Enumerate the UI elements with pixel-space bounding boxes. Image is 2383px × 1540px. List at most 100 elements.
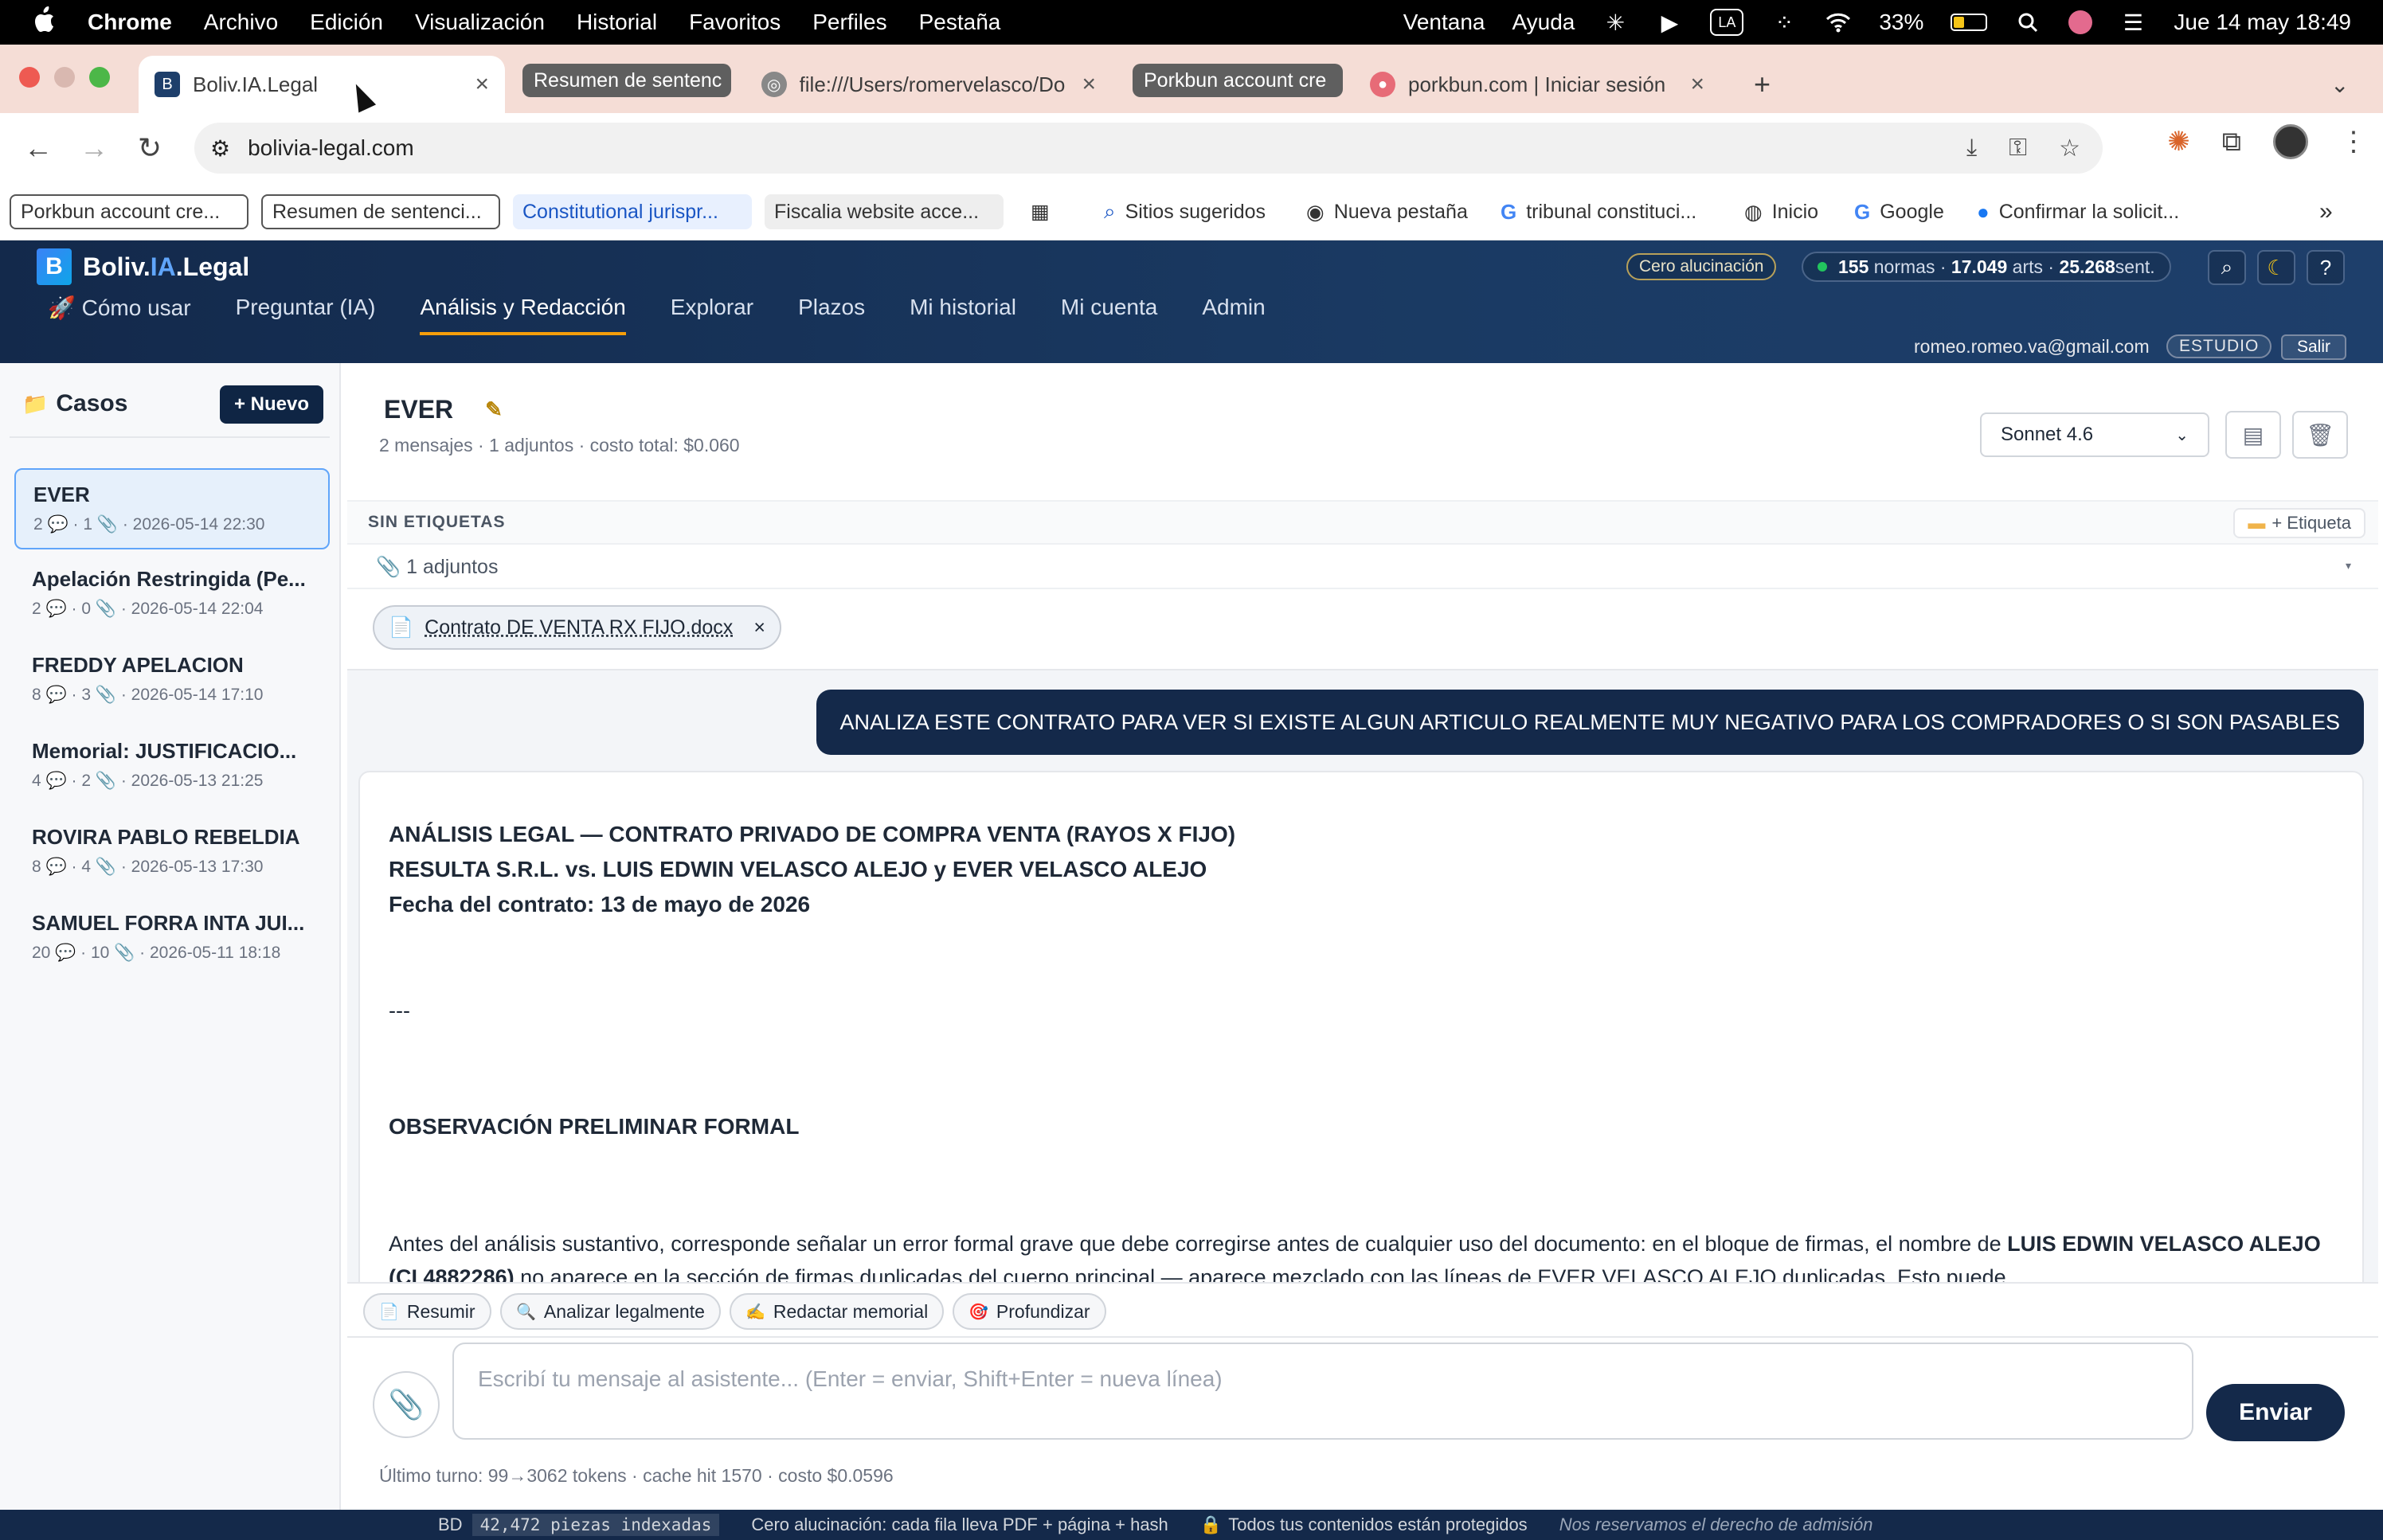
back-icon[interactable]: ← (14, 124, 62, 172)
trash-icon[interactable]: 🗑 (2292, 411, 2348, 459)
extensions-puzzle-icon[interactable]: ⧉ (2222, 127, 2241, 158)
tab-group-porkbun[interactable]: Porkbun account cre (1133, 64, 1343, 97)
bookmark-google[interactable]: G Google (1845, 194, 1954, 229)
play-circle-icon[interactable]: ▶ (1656, 9, 1683, 36)
bookmark-inicio[interactable]: ◍ Inicio (1735, 194, 1828, 229)
menu-pestana[interactable]: Pestaña (919, 10, 1001, 35)
menu-ayuda[interactable]: Ayuda (1512, 10, 1575, 35)
nav-plazos[interactable]: Plazos (798, 295, 865, 335)
bookmark-resumen[interactable]: Resumen de sentenci... (261, 194, 500, 229)
reload-icon[interactable]: ↻ (126, 124, 174, 172)
menu-archivo[interactable]: Archivo (204, 10, 278, 35)
search-icon[interactable] (2014, 9, 2041, 36)
siri-icon[interactable] (2068, 10, 2093, 34)
claude-sparkle-icon[interactable]: ✳ (1602, 9, 1629, 36)
tab-file[interactable]: ◎ file:///Users/romervelasco/Do × (745, 56, 1112, 113)
zoom-window-button[interactable] (89, 67, 110, 88)
menu-edicion[interactable]: Edición (310, 10, 383, 35)
bookmark-tribunal[interactable]: G tribunal constituci... (1491, 194, 1706, 229)
model-select[interactable]: Sonnet 4.6 ⌄ (1980, 412, 2209, 457)
nav-mi-historial[interactable]: Mi historial (910, 295, 1016, 335)
case-item[interactable]: Apelación Restringida (Pe... 2 💬 · 0 📎 ·… (14, 554, 330, 635)
apps-grid-icon[interactable]: ▦ (1021, 194, 1059, 229)
menu-historial[interactable]: Historial (577, 10, 657, 35)
close-tab-icon[interactable]: × (475, 71, 489, 98)
wifi-icon[interactable] (1825, 9, 1852, 36)
edit-pencil-icon[interactable]: ✎ (485, 397, 503, 422)
nav-analisis-redaccion[interactable]: Análisis y Redacción (420, 295, 626, 335)
bookmark-nueva-pestana[interactable]: ◉ Nueva pestaña (1297, 194, 1477, 229)
search-icon[interactable]: ⌕ (2208, 250, 2246, 285)
url-text[interactable]: bolivia-legal.com (248, 135, 414, 161)
nav-como-usar[interactable]: 🚀 Cómo usar (48, 295, 191, 335)
bookmark-confirmar[interactable]: ● Confirmar la solicit... (1967, 194, 2189, 229)
add-tag-button[interactable]: ▬ + Etiqueta (2233, 508, 2365, 538)
analizar-button[interactable]: 🔍 Analizar legalmente (500, 1293, 721, 1330)
clock[interactable]: Jue 14 may 18:49 (2174, 10, 2351, 35)
tab-porkbun-login[interactable]: ● porkbun.com | Iniciar sesión × (1354, 56, 1720, 113)
case-summary: 2 mensajes · 1 adjuntos · costo total: $… (379, 435, 740, 455)
attachments-toggle[interactable]: 📎 1 adjuntos ▾ (347, 545, 2378, 589)
menu-ventana[interactable]: Ventana (1403, 10, 1485, 35)
minimize-window-button[interactable] (54, 67, 75, 88)
nav-preguntar[interactable]: Preguntar (IA) (236, 295, 376, 335)
tab-boliv-ia-legal[interactable]: B Boliv.IA.Legal × (139, 56, 505, 113)
attachment-chip[interactable]: 📄 Contrato DE VENTA RX FIJO.docx × (373, 605, 781, 650)
quick-actions: 📄 Resumir 🔍 Analizar legalmente ✍ Redactar … (347, 1282, 2378, 1338)
forward-icon[interactable]: → (70, 124, 118, 172)
nav-admin[interactable]: Admin (1202, 295, 1265, 335)
case-item[interactable]: Memorial: JUSTIFICACIO... 4 💬 · 2 📎 · 20… (14, 726, 330, 807)
globe-icon: ◍ (1744, 199, 1763, 224)
case-item-ever[interactable]: EVER 2 💬 · 1 📎 · 2026-05-14 22:30 (14, 468, 330, 549)
menu-visualizacion[interactable]: Visualización (415, 10, 545, 35)
menu-app-name[interactable]: Chrome (88, 10, 172, 35)
help-icon[interactable]: ? (2307, 250, 2345, 285)
address-bar[interactable]: ⚙ bolivia-legal.com ⤓ ⚿ ☆ (194, 123, 2103, 174)
control-center-icon[interactable]: ☰ (2119, 9, 2146, 36)
redactar-memorial-button[interactable]: ✍ Redactar memorial (730, 1293, 945, 1330)
remove-attachment-icon[interactable]: × (753, 616, 765, 639)
archive-icon[interactable]: ▤ (2225, 411, 2281, 459)
tab-search-chevron-icon[interactable]: ⌄ (2315, 56, 2362, 113)
new-tab-button[interactable]: + (1738, 56, 1786, 113)
new-case-button[interactable]: + Nuevo (220, 385, 323, 424)
claude-extension-icon[interactable]: ✺ (2167, 126, 2190, 158)
tab-group-resumen[interactable]: Resumen de sentenc (522, 64, 731, 97)
case-item[interactable]: SAMUEL FORRA INTA JUI... 20 💬 · 10 📎 · 2… (14, 898, 330, 979)
battery-icon[interactable] (1951, 14, 1988, 31)
install-app-icon[interactable]: ⤓ (1966, 135, 1977, 162)
attachment-filename[interactable]: Contrato DE VENTA RX FIJO.docx (425, 616, 733, 639)
case-item[interactable]: ROVIRA PABLO REBELDIA 8 💬 · 4 📎 · 2026-0… (14, 812, 330, 893)
chrome-menu-icon[interactable]: ⋮ (2340, 126, 2367, 158)
nav-explorar[interactable]: Explorar (671, 295, 753, 335)
input-source-icon[interactable]: LA (1710, 9, 1744, 36)
send-button[interactable]: Enviar (2206, 1384, 2345, 1441)
menu-perfiles[interactable]: Perfiles (812, 10, 886, 35)
bookmark-constitutional[interactable]: Constitutional jurispr... (513, 194, 752, 229)
bookmark-star-icon[interactable]: ☆ (2059, 135, 2080, 162)
resumir-button[interactable]: 📄 Resumir (363, 1293, 491, 1330)
profundizar-button[interactable]: 🎯 Profundizar (953, 1293, 1106, 1330)
close-window-button[interactable] (19, 67, 40, 88)
chat-thread[interactable]: ANALIZA ESTE CONTRATO PARA VER SI EXISTE… (347, 669, 2378, 1282)
close-tab-icon[interactable]: × (1082, 71, 1096, 98)
menu-favoritos[interactable]: Favoritos (689, 10, 781, 35)
bookmark-fiscalia[interactable]: Fiscalia website acce... (765, 194, 1004, 229)
close-tab-icon[interactable]: × (1690, 71, 1704, 98)
bookmark-porkbun[interactable]: Porkbun account cre... (10, 194, 248, 229)
grid-icon[interactable]: ⁘ (1771, 9, 1798, 36)
case-item[interactable]: FREDDY APELACION 8 💬 · 3 📎 · 2026-05-14 … (14, 640, 330, 721)
dark-mode-moon-icon[interactable]: ☾ (2257, 250, 2295, 285)
db-info: BD 42,472 piezas indexadas (438, 1514, 720, 1536)
logout-button[interactable]: Salir (2281, 334, 2347, 360)
password-key-icon[interactable]: ⚿ (2009, 135, 2027, 162)
attach-paperclip-icon[interactable]: 📎 (373, 1371, 440, 1438)
app-logo[interactable]: B Boliv. IA .Legal (37, 248, 249, 285)
nav-mi-cuenta[interactable]: Mi cuenta (1061, 295, 1157, 335)
site-settings-icon[interactable]: ⚙ (210, 135, 230, 162)
message-input[interactable]: Escribí tu mensaje al asistente... (Ente… (452, 1343, 2193, 1440)
profile-avatar[interactable] (2273, 124, 2308, 159)
more-bookmarks-icon[interactable]: » (2310, 194, 2342, 229)
bookmark-sitios-sugeridos[interactable]: ⌕ Sitios sugeridos (1094, 194, 1275, 229)
apple-icon[interactable] (32, 6, 64, 39)
